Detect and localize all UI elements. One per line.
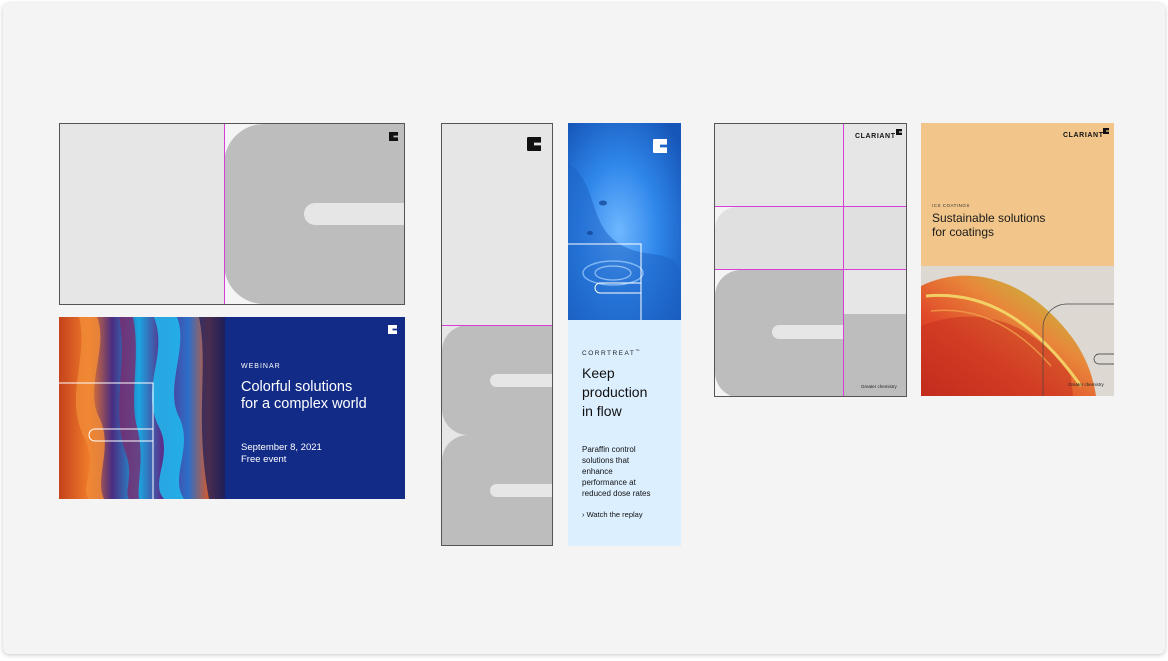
corrtreat-title-line: production xyxy=(582,384,648,400)
red-leaf-image xyxy=(921,266,1114,396)
clariant-logo-text: CLARIANT xyxy=(855,133,896,140)
webinar-banner[interactable]: WEBINAR Colorful solutions for a complex… xyxy=(59,317,405,499)
clariant-c-mark-icon xyxy=(896,129,902,135)
wireframe-c-bar xyxy=(490,484,552,497)
corrtreat-title-line: Keep xyxy=(582,365,615,381)
wireframe-skyscraper xyxy=(441,123,553,546)
coatings-square-ad[interactable]: CLARIANT ICS COATINGS Sustainable soluti… xyxy=(921,123,1114,396)
wireframe-c-bar xyxy=(490,374,552,387)
clariant-c-mark-icon xyxy=(1103,128,1109,134)
webinar-event-type: Free event xyxy=(241,454,287,465)
clariant-c-mark-icon xyxy=(653,139,667,153)
corrtreat-brand-name: CORRTREAT xyxy=(582,350,636,358)
coatings-text-panel xyxy=(921,123,1114,266)
wireframe-square: CLARIANT Greater chemistry xyxy=(714,123,907,397)
layout-guide-vertical xyxy=(224,124,225,304)
wireframe-image-area xyxy=(60,124,224,304)
layout-guide-vertical xyxy=(843,124,844,396)
webinar-title: Colorful solutions for a complex world xyxy=(241,379,401,413)
clariant-c-mark-icon xyxy=(388,325,397,334)
corrtreat-title-line: in flow xyxy=(582,403,622,419)
blue-liquid-image xyxy=(568,123,681,320)
clariant-c-mark-icon xyxy=(389,132,398,141)
trademark-mark: ™ xyxy=(635,348,641,353)
clariant-logo-text: CLARIANT xyxy=(1063,132,1104,139)
webinar-eyebrow: WEBINAR xyxy=(241,363,281,370)
wireframe-c-bar xyxy=(304,203,404,225)
clariant-c-mark-icon xyxy=(527,137,541,151)
watch-replay-link[interactable]: › Watch the replay xyxy=(582,510,643,519)
wireframe-c-bar xyxy=(844,290,906,312)
corrtreat-description-line: enhance xyxy=(582,467,613,476)
greater-chemistry-tagline: Greater chemistry xyxy=(861,384,897,389)
coatings-title-line: for coatings xyxy=(932,225,995,239)
leaf-graphic xyxy=(921,266,1114,396)
corrtreat-description-line: reduced dose rates xyxy=(582,489,651,498)
webinar-title-line: Colorful solutions xyxy=(241,379,353,395)
artboard-canvas: WEBINAR Colorful solutions for a complex… xyxy=(3,3,1165,654)
corrtreat-description-line: performance at xyxy=(582,478,636,487)
coatings-title-line: Sustainable solutions xyxy=(932,211,1046,225)
layout-guide-horizontal xyxy=(715,206,906,207)
wireframe-image-area xyxy=(442,124,552,325)
corrtreat-description-line: solutions that xyxy=(582,456,630,465)
coatings-title: Sustainable solutions for coatings xyxy=(932,211,1112,239)
webinar-details: September 8, 2021 Free event xyxy=(241,442,322,466)
abstract-swirl-image xyxy=(59,317,225,499)
greater-chemistry-tagline: Greater chemistry xyxy=(1068,382,1104,387)
webinar-title-line: for a complex world xyxy=(241,396,367,412)
layout-guide-horizontal xyxy=(442,325,552,326)
corrtreat-brand: CORRTREAT™ xyxy=(582,348,641,357)
corrtreat-description-line: Paraffin control xyxy=(582,445,636,454)
corrtreat-title: Keep production in flow xyxy=(582,364,677,421)
layout-guide-horizontal xyxy=(715,269,906,270)
wireframe-c-bar xyxy=(772,325,843,339)
corrtreat-description: Paraffin control solutions that enhance … xyxy=(582,444,677,499)
wireframe-cell xyxy=(715,124,843,206)
corrtreat-skyscraper[interactable]: CORRTREAT™ Keep production in flow Paraf… xyxy=(568,123,681,546)
webinar-date: September 8, 2021 xyxy=(241,442,322,453)
coatings-eyebrow: ICS COATINGS xyxy=(932,203,970,208)
wireframe-cell xyxy=(844,207,906,269)
wireframe-cell xyxy=(715,207,843,269)
wireframe-banner-landscape xyxy=(59,123,405,305)
